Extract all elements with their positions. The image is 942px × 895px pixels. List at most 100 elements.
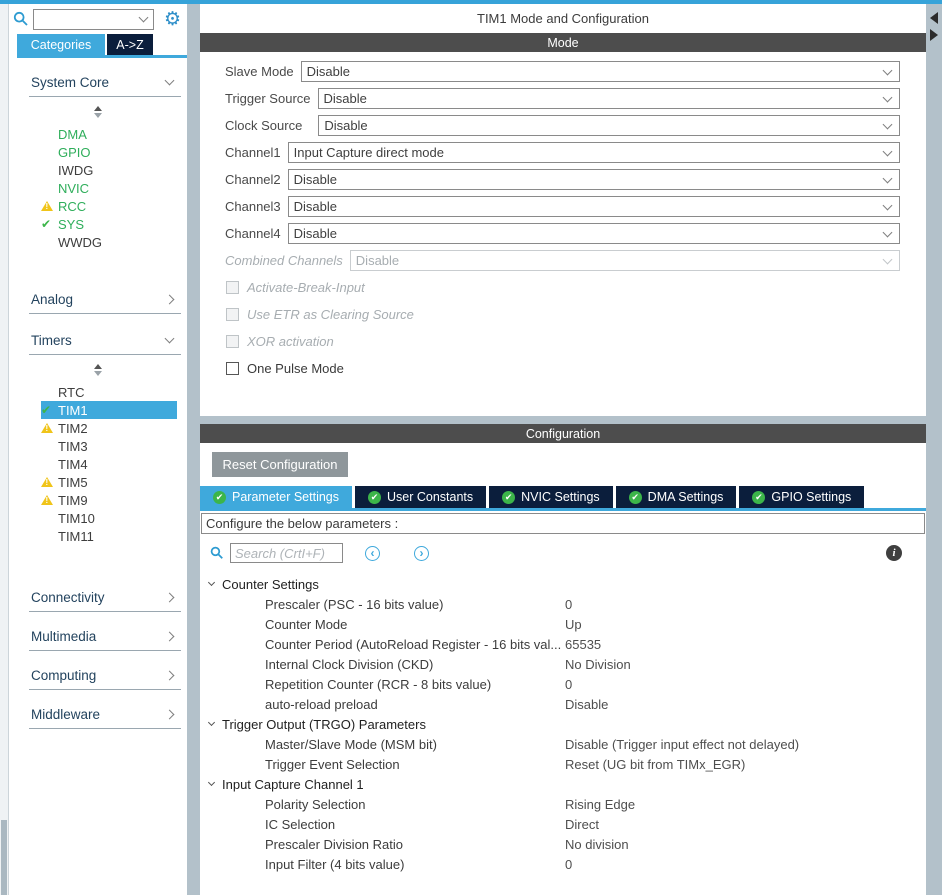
tab-gpio-settings[interactable]: ✔ GPIO Settings: [739, 486, 865, 508]
tab-categories[interactable]: Categories: [17, 34, 105, 55]
chevron-down-icon: [164, 75, 175, 86]
check-icon: ✔: [41, 217, 52, 231]
list-resize-handle[interactable]: [9, 364, 187, 377]
param-polarity-selection[interactable]: Polarity Selection Rising Edge: [200, 794, 926, 814]
chevron-down-icon: [882, 254, 893, 264]
param-prescaler[interactable]: Prescaler (PSC - 16 bits value) 0: [200, 594, 926, 614]
sidebar-item-tim3[interactable]: TIM3: [41, 437, 177, 455]
peripheral-sidebar: ⚙ Categories A->Z System Core DMA GPIO I…: [9, 4, 187, 895]
tree-section-input-capture-ch1[interactable]: Input Capture Channel 1: [200, 774, 926, 794]
sidebar-item-rtc[interactable]: RTC: [41, 383, 177, 401]
category-connectivity[interactable]: Connectivity: [9, 585, 187, 609]
tree-section-counter-settings[interactable]: Counter Settings: [200, 574, 926, 594]
channel4-select[interactable]: Disable: [287, 223, 900, 244]
category-multimedia[interactable]: Multimedia: [9, 624, 187, 648]
chevron-right-icon: [164, 294, 175, 304]
activate-break-input-checkbox: [226, 281, 239, 294]
slave-mode-label: Slave Mode: [225, 64, 294, 79]
reset-configuration-button[interactable]: Reset Configuration: [212, 452, 348, 477]
tree-section-trigger-output[interactable]: Trigger Output (TRGO) Parameters: [200, 714, 926, 734]
one-pulse-mode-checkbox[interactable]: [226, 362, 239, 375]
warning-icon: [41, 423, 53, 433]
sidebar-item-sys[interactable]: ✔ SYS: [41, 215, 177, 233]
chevron-down-icon: [164, 333, 175, 344]
parameter-search-input[interactable]: [230, 543, 343, 563]
chevron-down-icon: [882, 65, 893, 75]
chevron-down-icon: [207, 778, 216, 787]
sidebar-item-tim5[interactable]: TIM5: [41, 473, 177, 491]
xor-activation-checkbox: [226, 335, 239, 348]
trigger-source-select[interactable]: Disable: [317, 88, 900, 109]
tab-nvic-settings[interactable]: ✔ NVIC Settings: [489, 486, 613, 508]
clock-source-label: Clock Source: [225, 118, 303, 133]
sidebar-item-gpio[interactable]: GPIO: [41, 143, 177, 161]
search-icon: [210, 546, 223, 559]
chevron-down-icon: [882, 227, 893, 237]
sidebar-item-iwdg[interactable]: IWDG: [41, 161, 177, 179]
channel4-label: Channel4: [225, 226, 281, 241]
parameters-banner: Configure the below parameters :: [201, 513, 925, 534]
search-next-button[interactable]: ›: [414, 545, 429, 561]
tab-a-z[interactable]: A->Z: [107, 34, 153, 55]
mode-configuration-panel: TIM1 Mode and Configuration Mode Slave M…: [200, 4, 926, 895]
tab-dma-settings[interactable]: ✔ DMA Settings: [615, 486, 737, 508]
sidebar-item-tim11[interactable]: TIM11: [41, 527, 177, 545]
param-master-slave-mode[interactable]: Master/Slave Mode (MSM bit) Disable (Tri…: [200, 734, 926, 754]
sidebar-scrollbar[interactable]: [0, 4, 9, 895]
category-analog[interactable]: Analog: [9, 287, 187, 311]
clock-source-select[interactable]: Disable: [318, 115, 900, 136]
sidebar-scrollbar-thumb[interactable]: [1, 820, 7, 895]
sidebar-item-tim10[interactable]: TIM10: [41, 509, 177, 527]
channel3-label: Channel3: [225, 199, 281, 214]
sidebar-item-rcc[interactable]: RCC: [41, 197, 177, 215]
chevron-right-icon: [164, 631, 175, 641]
sidebar-item-tim1[interactable]: ✔ TIM1: [41, 401, 177, 419]
settings-gear-icon[interactable]: ⚙: [164, 10, 181, 29]
tab-user-constants[interactable]: ✔ User Constants: [355, 486, 487, 508]
param-auto-reload-preload[interactable]: auto-reload preload Disable: [200, 694, 926, 714]
channel3-select[interactable]: Disable: [287, 196, 900, 217]
channel2-select[interactable]: Disable: [287, 169, 900, 190]
channel2-label: Channel2: [225, 172, 281, 187]
section-divider: [200, 416, 926, 424]
channel1-select[interactable]: Input Capture direct mode: [287, 142, 900, 163]
list-resize-handle[interactable]: [9, 106, 187, 119]
category-middleware[interactable]: Middleware: [9, 702, 187, 726]
chevron-right-icon: [164, 709, 175, 719]
chevron-down-icon: [207, 578, 216, 587]
sidebar-item-wwdg[interactable]: WWDG: [41, 233, 177, 251]
collapse-right-arrow-icon[interactable]: [930, 29, 938, 41]
param-counter-mode[interactable]: Counter Mode Up: [200, 614, 926, 634]
sidebar-item-nvic[interactable]: NVIC: [41, 179, 177, 197]
sidebar-item-tim2[interactable]: TIM2: [41, 419, 177, 437]
ip-search-combo[interactable]: [33, 8, 154, 30]
chevron-down-icon: [882, 119, 893, 129]
info-icon[interactable]: i: [886, 545, 902, 561]
check-circle-icon: ✔: [213, 490, 226, 504]
param-repetition-counter[interactable]: Repetition Counter (RCR - 8 bits value) …: [200, 674, 926, 694]
category-timers[interactable]: Timers: [9, 328, 187, 352]
search-previous-button[interactable]: ‹: [365, 545, 380, 561]
category-system-core[interactable]: System Core: [9, 70, 187, 94]
collapse-left-arrow-icon[interactable]: [930, 12, 938, 24]
param-prescaler-division-ratio[interactable]: Prescaler Division Ratio No division: [200, 834, 926, 854]
chevron-down-icon: [882, 92, 893, 102]
panel-divider[interactable]: [187, 4, 200, 895]
slave-mode-select[interactable]: Disable: [300, 61, 900, 82]
category-computing[interactable]: Computing: [9, 663, 187, 687]
warning-icon: [41, 495, 53, 505]
param-trigger-event-selection[interactable]: Trigger Event Selection Reset (UG bit fr…: [200, 754, 926, 774]
sidebar-item-tim4[interactable]: TIM4: [41, 455, 177, 473]
top-accent-bar: [0, 0, 942, 4]
param-counter-period[interactable]: Counter Period (AutoReload Register - 16…: [200, 634, 926, 654]
param-input-filter[interactable]: Input Filter (4 bits value) 0: [200, 854, 926, 874]
sidebar-item-tim9[interactable]: TIM9: [41, 491, 177, 509]
check-icon: ✔: [41, 403, 52, 417]
param-internal-clock-division[interactable]: Internal Clock Division (CKD) No Divisio…: [200, 654, 926, 674]
chevron-down-icon: [138, 12, 149, 23]
tab-parameter-settings[interactable]: ✔ Parameter Settings: [200, 486, 352, 508]
chevron-right-icon: [164, 670, 175, 680]
param-ic-selection[interactable]: IC Selection Direct: [200, 814, 926, 834]
sidebar-item-dma[interactable]: DMA: [41, 125, 177, 143]
chevron-down-icon: [882, 200, 893, 210]
